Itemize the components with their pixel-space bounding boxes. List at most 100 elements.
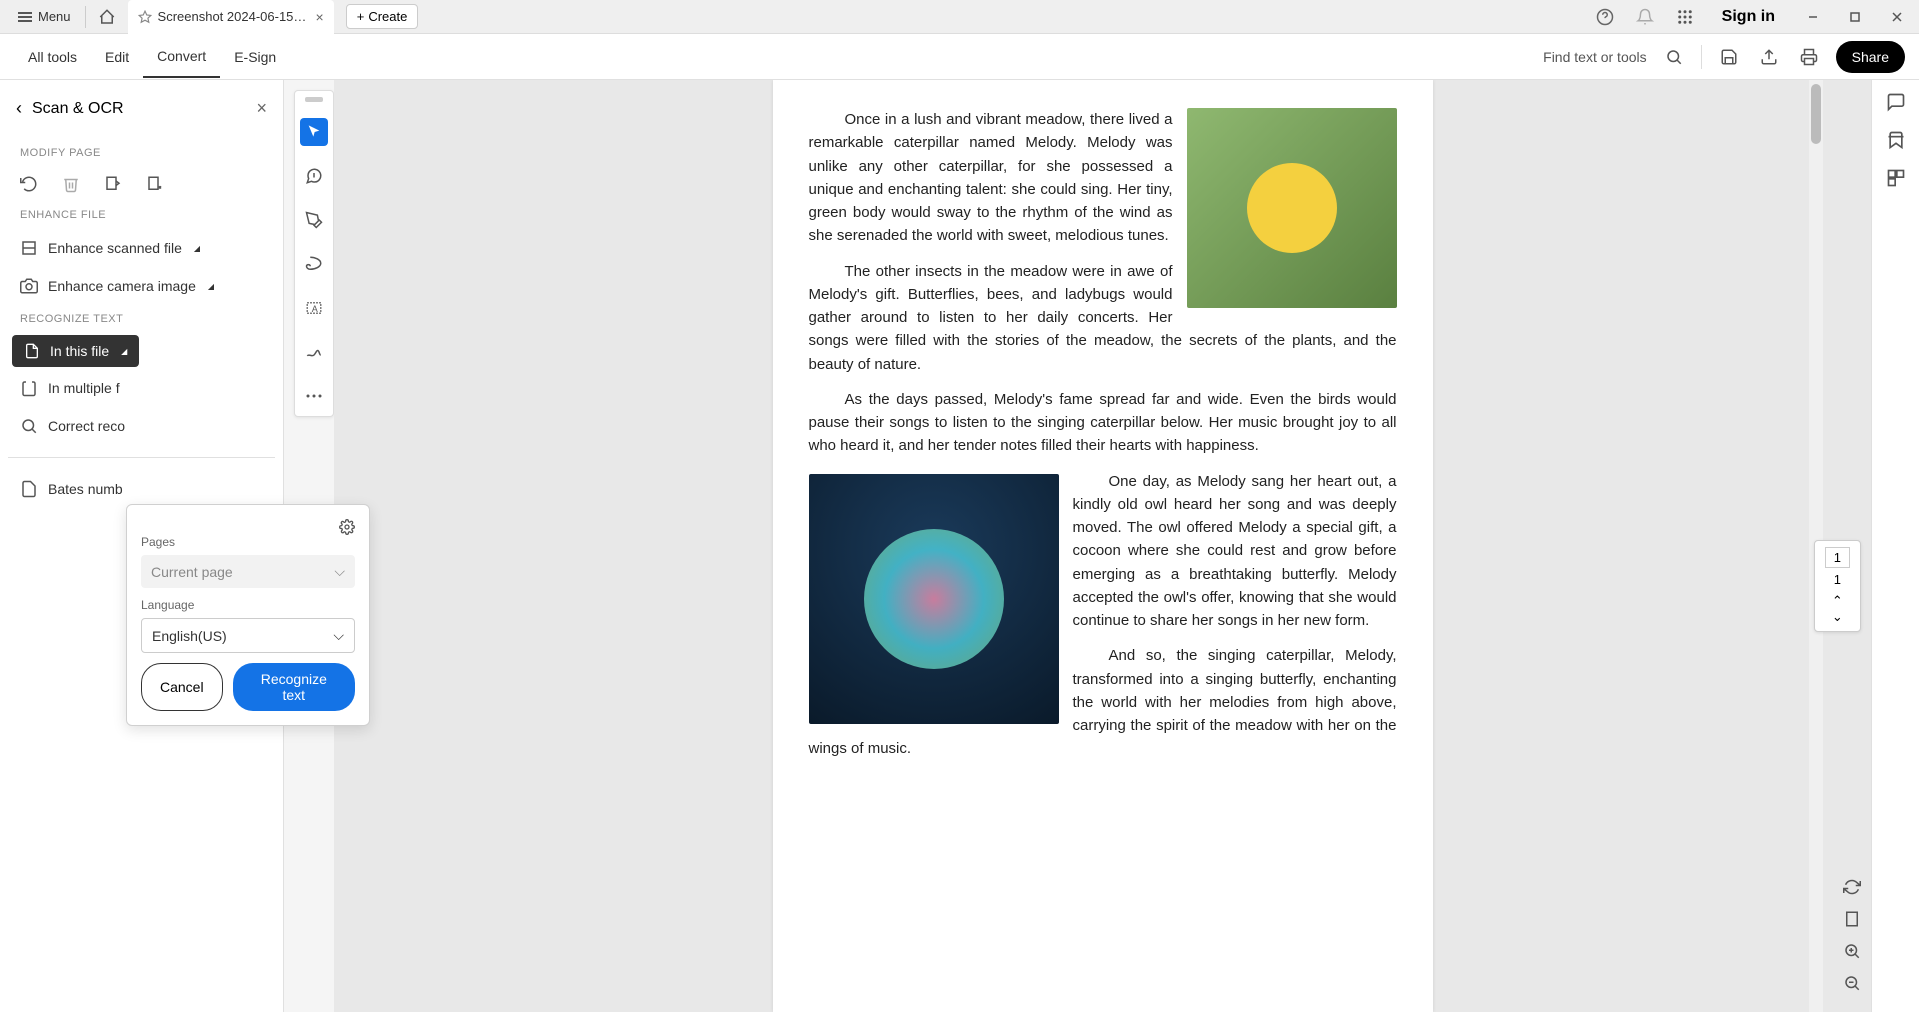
- pdf-page: Once in a lush and vibrant meadow, there…: [773, 80, 1433, 1012]
- camera-icon: [20, 277, 38, 295]
- menubar: All tools Edit Convert E-Sign Find text …: [0, 34, 1919, 80]
- recognize-text-popup: Pages Current page ⌵ Language English(US…: [126, 504, 370, 726]
- rotate-button[interactable]: [20, 175, 38, 193]
- menu-button[interactable]: Menu: [8, 5, 81, 28]
- section-enhance-file: ENHANCE FILE: [8, 201, 275, 229]
- in-multiple-files-button[interactable]: In multiple f: [8, 369, 275, 407]
- create-label: Create: [368, 9, 407, 24]
- paragraph: As the days passed, Melody's fame spread…: [809, 388, 1397, 458]
- hamburger-icon: [18, 12, 32, 22]
- popup-settings-button[interactable]: [339, 519, 355, 535]
- text-select-tool[interactable]: A: [300, 294, 328, 322]
- dropdown-icon: ◢: [121, 347, 127, 356]
- close-window-button[interactable]: [1883, 7, 1911, 27]
- sign-tool[interactable]: [300, 338, 328, 366]
- more-tools[interactable]: [300, 382, 328, 410]
- menu-esign[interactable]: E-Sign: [220, 37, 290, 77]
- maximize-button[interactable]: [1841, 7, 1869, 27]
- signin-button[interactable]: Sign in: [1712, 4, 1785, 30]
- cancel-button[interactable]: Cancel: [141, 663, 223, 711]
- section-modify-page: MODIFY PAGE: [8, 139, 275, 167]
- notification-button[interactable]: [1632, 4, 1658, 30]
- language-select[interactable]: English(US) ⌵: [141, 618, 355, 653]
- refresh-button[interactable]: [1843, 878, 1861, 896]
- correct-reco-label: Correct reco: [48, 418, 125, 434]
- tab-close-button[interactable]: ×: [314, 9, 326, 25]
- current-page: 1: [1825, 547, 1850, 568]
- menu-label: Menu: [38, 9, 71, 24]
- in-multiple-label: In multiple f: [48, 380, 120, 396]
- dropdown-icon: ◢: [208, 282, 214, 291]
- zoom-out-button[interactable]: [1843, 974, 1861, 992]
- find-label: Find text or tools: [1543, 49, 1647, 65]
- menu-all-tools[interactable]: All tools: [14, 37, 91, 77]
- recognize-text-button[interactable]: Recognize text: [233, 663, 355, 711]
- plus-icon: +: [357, 9, 365, 24]
- enhance-camera-label: Enhance camera image: [48, 278, 196, 294]
- bates-numbering-button[interactable]: Bates numb: [8, 470, 275, 508]
- help-button[interactable]: [1592, 4, 1618, 30]
- in-this-file-button[interactable]: In this file ◢: [12, 335, 139, 367]
- create-button[interactable]: + Create: [346, 4, 419, 29]
- search-icon: [20, 417, 38, 435]
- print-button[interactable]: [1796, 44, 1822, 70]
- document-tab[interactable]: Screenshot 2024-06-15 1... ×: [128, 0, 334, 34]
- zoom-in-button[interactable]: [1843, 942, 1861, 960]
- page-up-button[interactable]: ⌃: [1825, 593, 1850, 609]
- comments-panel-button[interactable]: [1886, 92, 1906, 112]
- share-button[interactable]: Share: [1836, 41, 1905, 73]
- pointer-tool[interactable]: [300, 118, 328, 146]
- scroll-thumb[interactable]: [1811, 84, 1821, 144]
- star-icon: [138, 10, 152, 24]
- enhance-scanned-button[interactable]: Enhance scanned file ◢: [8, 229, 275, 267]
- sidebar: ‹ Scan & OCR × MODIFY PAGE ENHANCE FILE …: [0, 80, 284, 1012]
- bookmarks-panel-button[interactable]: [1886, 130, 1906, 150]
- section-recognize-text: RECOGNIZE TEXT: [8, 305, 275, 333]
- enhance-camera-button[interactable]: Enhance camera image ◢: [8, 267, 275, 305]
- toolbar-handle[interactable]: [305, 97, 323, 102]
- vertical-toolbar: A: [294, 90, 334, 417]
- dropdown-icon: ◢: [194, 244, 200, 253]
- highlight-tool[interactable]: [300, 206, 328, 234]
- upload-button[interactable]: [1756, 44, 1782, 70]
- language-label: Language: [141, 598, 355, 612]
- lasso-tool[interactable]: [300, 250, 328, 278]
- gear-icon: [339, 519, 355, 535]
- pages-value: Current page: [151, 564, 233, 580]
- chevron-down-icon: ⌵: [334, 563, 345, 580]
- language-value: English(US): [152, 628, 227, 644]
- in-this-file-label: In this file: [50, 343, 109, 359]
- pages-label: Pages: [141, 535, 355, 549]
- menu-convert[interactable]: Convert: [143, 36, 220, 78]
- back-button[interactable]: ‹: [16, 98, 22, 119]
- fit-page-button[interactable]: [1843, 910, 1861, 928]
- caterpillar-image: [1187, 108, 1397, 308]
- scan-icon: [20, 239, 38, 257]
- minimize-button[interactable]: [1799, 7, 1827, 27]
- chevron-down-icon: ⌵: [333, 627, 344, 644]
- extract-button[interactable]: [104, 175, 122, 193]
- tab-title: Screenshot 2024-06-15 1...: [158, 9, 308, 24]
- apps-button[interactable]: [1672, 4, 1698, 30]
- right-toolbar: [1871, 80, 1919, 1012]
- comment-tool[interactable]: [300, 162, 328, 190]
- close-sidebar-button[interactable]: ×: [256, 98, 267, 119]
- thumbnails-panel-button[interactable]: [1886, 168, 1906, 188]
- correct-recognized-button[interactable]: Correct reco: [8, 407, 275, 445]
- enhance-scanned-label: Enhance scanned file: [48, 240, 182, 256]
- menu-edit[interactable]: Edit: [91, 37, 143, 77]
- page-down-button[interactable]: ⌄: [1825, 609, 1850, 625]
- total-pages: 1: [1825, 572, 1850, 587]
- save-button[interactable]: [1716, 44, 1742, 70]
- butterfly-image: [809, 474, 1059, 724]
- file-icon: [24, 343, 40, 359]
- delete-button[interactable]: [62, 175, 80, 193]
- insert-button[interactable]: [146, 175, 164, 193]
- document-area[interactable]: Once in a lush and vibrant meadow, there…: [334, 80, 1871, 1012]
- search-button[interactable]: [1661, 44, 1687, 70]
- main-area: ‹ Scan & OCR × MODIFY PAGE ENHANCE FILE …: [0, 80, 1919, 1012]
- sidebar-title: Scan & OCR: [32, 100, 246, 118]
- home-button[interactable]: [90, 4, 124, 30]
- pages-select[interactable]: Current page ⌵: [141, 555, 355, 588]
- divider: [85, 6, 86, 28]
